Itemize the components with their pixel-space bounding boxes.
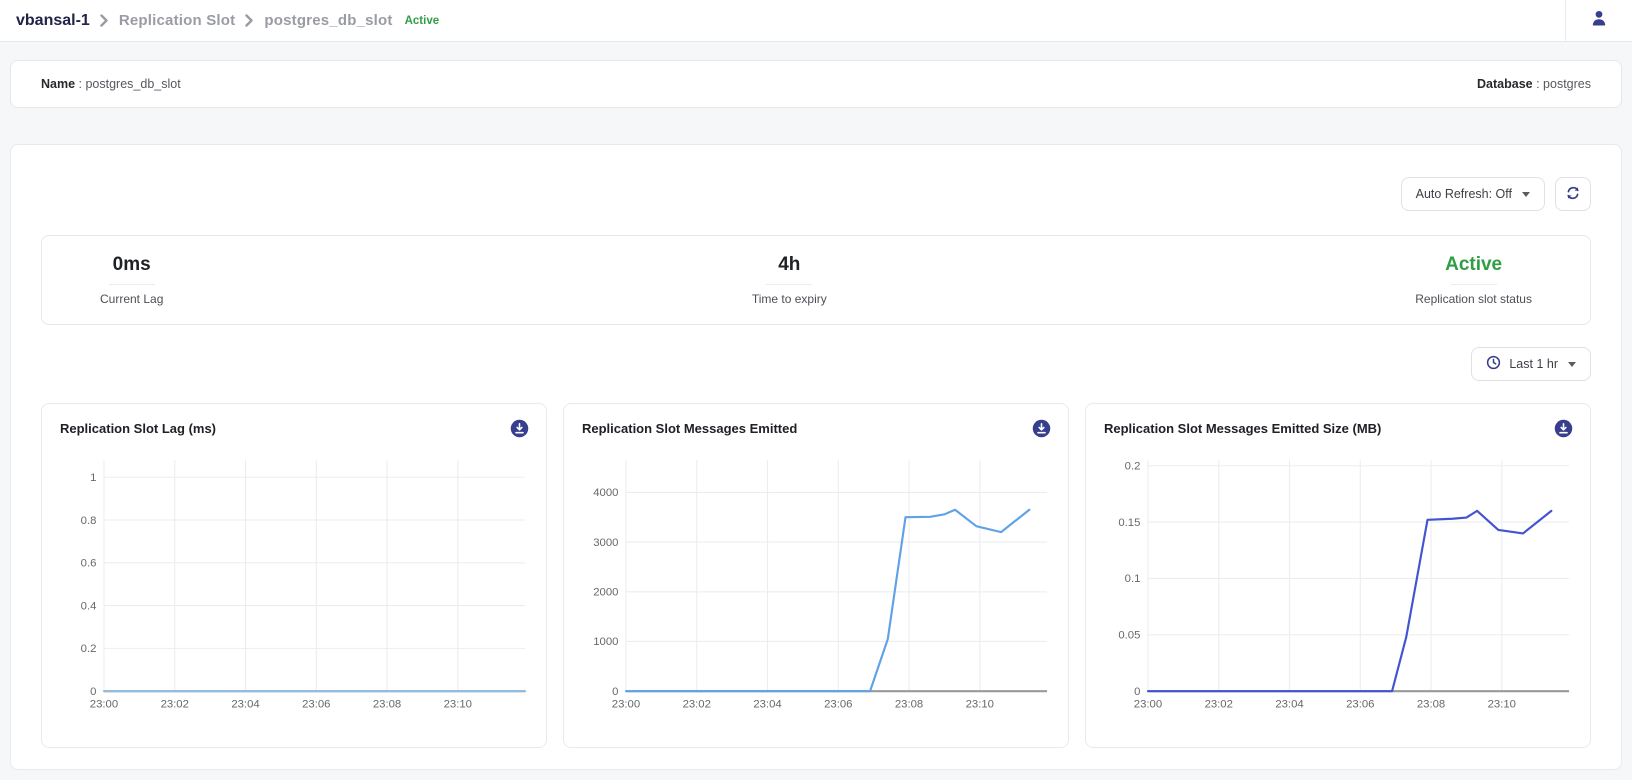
- svg-text:0.6: 0.6: [81, 558, 97, 570]
- clock-icon: [1486, 355, 1501, 373]
- summary-strip: 0ms Current Lag 4h Time to expiry Active…: [41, 235, 1591, 325]
- chart-title: Replication Slot Messages Emitted Size (…: [1104, 421, 1381, 436]
- svg-text:23:02: 23:02: [1205, 698, 1233, 710]
- svg-text:23:02: 23:02: [683, 698, 711, 710]
- refresh-icon: [1565, 185, 1581, 204]
- chevron-right-icon: [100, 14, 109, 27]
- svg-text:1: 1: [90, 472, 96, 484]
- svg-text:23:08: 23:08: [1417, 698, 1445, 710]
- svg-text:23:04: 23:04: [753, 698, 781, 710]
- slot-database-value: postgres: [1543, 77, 1591, 91]
- svg-text:23:00: 23:00: [612, 698, 640, 710]
- download-chart-icon[interactable]: [1553, 418, 1574, 439]
- slot-status-badge: Active: [405, 15, 440, 27]
- auto-refresh-dropdown[interactable]: Auto Refresh: Off: [1401, 177, 1545, 211]
- svg-text:0: 0: [612, 686, 618, 698]
- current-lag-value: 0ms: [100, 254, 163, 276]
- slot-name-label: Name: [41, 77, 75, 91]
- svg-text:0.8: 0.8: [81, 515, 97, 527]
- slot-status-value: Active: [1415, 254, 1532, 276]
- chart-plot-area: 23:00 23:02 23:04 23:06 23:08 23:10 0 0.2 0.4 0.6…: [42, 445, 546, 724]
- top-navigation-bar: vbansal-1 Replication Slot postgres_db_s…: [0, 0, 1632, 42]
- svg-text:23:10: 23:10: [1488, 698, 1516, 710]
- svg-text:23:04: 23:04: [1275, 698, 1303, 710]
- chart-title: Replication Slot Lag (ms): [60, 421, 216, 436]
- chart-card-messages-emitted: Replication Slot Messages Emitted 23:002…: [563, 403, 1069, 748]
- svg-text:23:08: 23:08: [373, 698, 401, 710]
- breadcrumb-cluster[interactable]: vbansal-1: [16, 12, 90, 30]
- divider: [109, 284, 155, 285]
- svg-text:23:06: 23:06: [824, 698, 852, 710]
- metric-current-lag: 0ms Current Lag: [100, 254, 163, 306]
- svg-text:1000: 1000: [593, 636, 618, 648]
- svg-text:0.05: 0.05: [1118, 630, 1140, 642]
- svg-text:23:08: 23:08: [895, 698, 923, 710]
- chart-title: Replication Slot Messages Emitted: [582, 421, 797, 436]
- chevron-down-icon: [1568, 362, 1576, 367]
- breadcrumb: vbansal-1 Replication Slot postgres_db_s…: [16, 12, 439, 30]
- time-range-dropdown[interactable]: Last 1 hr: [1471, 347, 1591, 381]
- svg-text:0: 0: [1134, 686, 1140, 698]
- user-menu[interactable]: [1565, 0, 1632, 41]
- svg-text:0.4: 0.4: [81, 600, 97, 612]
- time-to-expiry-value: 4h: [752, 254, 827, 276]
- chart-card-messages-emitted-size: Replication Slot Messages Emitted Size (…: [1085, 403, 1591, 748]
- chart-plot-area: 23:00 23:02 23:04 23:06 23:08 23:10 0 0.05 0.1 0.…: [1086, 445, 1590, 724]
- download-chart-icon[interactable]: [1031, 418, 1052, 439]
- svg-text:23:06: 23:06: [1346, 698, 1374, 710]
- time-range-toolbar: Last 1 hr: [41, 347, 1591, 381]
- breadcrumb-section[interactable]: Replication Slot: [119, 12, 236, 29]
- chart-plot-area: 23:00 23:02 23:04 23:06 23:08 23:10 0 1000 2000 3…: [564, 445, 1068, 724]
- breadcrumb-slot-name: postgres_db_slot: [264, 12, 392, 29]
- metrics-panel: Auto Refresh: Off 0ms Current Lag 4h Tim…: [10, 144, 1622, 770]
- slot-info-card: Name : postgres_db_slot Database : postg…: [10, 60, 1622, 108]
- slot-database-label: Database: [1477, 77, 1533, 91]
- divider: [1451, 284, 1497, 285]
- svg-text:2000: 2000: [593, 587, 618, 599]
- refresh-toolbar: Auto Refresh: Off: [41, 145, 1591, 211]
- svg-text:3000: 3000: [593, 537, 618, 549]
- svg-text:23:10: 23:10: [966, 698, 994, 710]
- svg-text:23:06: 23:06: [302, 698, 330, 710]
- svg-text:4000: 4000: [593, 487, 618, 499]
- slot-database-field: Database : postgres: [1477, 77, 1591, 91]
- slot-status-label: Replication slot status: [1415, 292, 1532, 306]
- chevron-right-icon: [245, 14, 254, 27]
- svg-text:0.1: 0.1: [1125, 573, 1141, 585]
- chart-card-replication-slot-lag: Replication Slot Lag (ms) 23:0023:0223:0…: [41, 403, 547, 748]
- divider: [766, 284, 812, 285]
- svg-text:0.2: 0.2: [1125, 461, 1141, 473]
- chevron-down-icon: [1522, 192, 1530, 197]
- slot-name-field: Name : postgres_db_slot: [41, 77, 181, 91]
- svg-text:23:02: 23:02: [161, 698, 189, 710]
- svg-text:0.15: 0.15: [1118, 517, 1140, 529]
- refresh-button[interactable]: [1555, 177, 1591, 211]
- time-to-expiry-label: Time to expiry: [752, 292, 827, 306]
- svg-text:0.2: 0.2: [81, 643, 97, 655]
- slot-name-value: postgres_db_slot: [85, 77, 180, 91]
- metric-slot-status: Active Replication slot status: [1415, 254, 1532, 306]
- svg-text:23:04: 23:04: [231, 698, 259, 710]
- svg-text:0: 0: [90, 686, 96, 698]
- svg-text:23:00: 23:00: [1134, 698, 1162, 710]
- current-lag-label: Current Lag: [100, 292, 163, 306]
- download-chart-icon[interactable]: [509, 418, 530, 439]
- svg-text:23:10: 23:10: [444, 698, 472, 710]
- svg-text:23:00: 23:00: [90, 698, 118, 710]
- metric-time-to-expiry: 4h Time to expiry: [752, 254, 827, 306]
- charts-grid: Replication Slot Lag (ms) 23:0023:0223:0…: [41, 403, 1591, 748]
- user-icon[interactable]: [1588, 7, 1610, 34]
